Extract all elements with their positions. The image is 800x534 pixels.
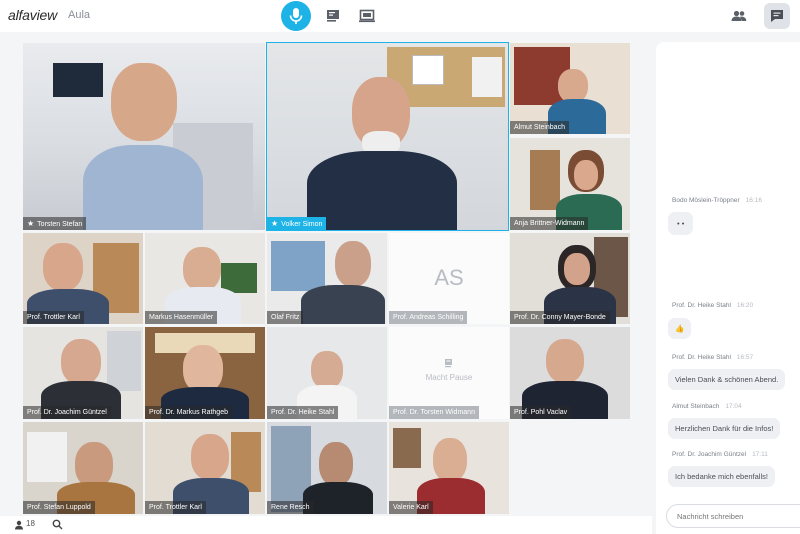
message-author: Almut Steinbach 17:04 — [672, 403, 742, 410]
video-tile[interactable]: Prof. Dr. Joachim Güntzel — [23, 327, 143, 419]
message-author: Prof. Dr. Joachim Güntzel 17:11 — [672, 451, 768, 458]
participants-icon — [731, 10, 747, 21]
presentation-button[interactable] — [324, 7, 342, 25]
video-tile[interactable]: Olaf Fritz — [267, 233, 387, 324]
tile-label: Prof. Pohl Vaclav — [510, 406, 572, 419]
tile-label: Anja Brittner-Widmann — [510, 217, 589, 230]
message-bubble: Ich bedanke mich ebenfalls! — [668, 466, 775, 487]
room-name: Aula — [68, 9, 91, 21]
participant-name: Volker Simon — [281, 221, 323, 228]
chat-button[interactable] — [764, 3, 790, 29]
message-bubble: • • — [668, 212, 694, 235]
tile-label: Prof. Dr. Markus Rathgeb — [145, 406, 232, 419]
bottom-bar: 18 — [0, 516, 652, 534]
screen-share-icon — [359, 9, 375, 23]
message-bubble: 👍 — [668, 318, 692, 339]
tile-label: Valerie Karl — [389, 501, 433, 514]
tile-label: Markus Hasenmüller — [145, 311, 218, 324]
tile-label: ★ Torsten Stefan — [23, 217, 87, 230]
tile-label: Prof. Dr. Heike Stahl — [267, 406, 339, 419]
participant-name: Torsten Stefan — [37, 221, 83, 228]
app-logo: alfaview — [8, 7, 57, 23]
chat-icon — [771, 10, 783, 22]
tile-label: Almut Steinbach — [510, 121, 569, 134]
break-status: Macht Pause — [425, 373, 473, 382]
video-tile[interactable]: Valerie Karl — [389, 422, 509, 514]
video-tile[interactable]: Prof. Trottler Karl — [23, 233, 143, 324]
video-grid: ★ Torsten Stefan ★ Volker Simon Almut Stei… — [0, 32, 652, 516]
participants-button[interactable] — [730, 7, 748, 25]
video-tile-active-speaker[interactable]: ★ Volker Simon — [266, 42, 509, 231]
message-bubble: Vielen Dank & schönen Abend. — [668, 369, 786, 390]
tile-label: Prof. Dr. Torsten Widmann — [389, 406, 479, 419]
video-tile[interactable]: Prof. Pohl Vaclav — [510, 327, 630, 419]
video-tile[interactable]: ★ Torsten Stefan — [23, 43, 265, 230]
video-tile[interactable]: Anja Brittner-Widmann — [510, 138, 630, 230]
video-tile[interactable]: Prof. Dr. Heike Stahl — [267, 327, 387, 419]
video-tile[interactable]: Almut Steinbach — [510, 43, 630, 134]
top-bar: alfaview Aula — [0, 0, 800, 32]
tile-label: Prof. Dr. Conny Mayer-Bonde — [510, 311, 610, 324]
message-author: Prof. Dr. Heike Stahl 16:57 — [672, 354, 754, 361]
video-tile-camera-off[interactable]: AS Prof. Andreas Schilling — [389, 233, 509, 324]
tile-label: Prof. Trottler Karl — [145, 501, 206, 514]
chat-message-input[interactable] — [666, 504, 800, 528]
video-tile[interactable]: Prof. Trottler Karl — [145, 422, 265, 514]
star-icon: ★ — [271, 219, 279, 228]
participant-count: 18 — [26, 519, 35, 528]
tile-label: Prof. Trottler Karl — [23, 311, 84, 324]
message-bubble: Herzlichen Dank für die Infos! — [668, 418, 781, 439]
video-tile[interactable]: Prof. Dr. Markus Rathgeb — [145, 327, 265, 419]
presentation-icon — [327, 10, 339, 22]
participant-initials: AS — [434, 265, 464, 290]
microphone-icon — [289, 8, 303, 24]
video-tile[interactable]: Prof. Dr. Conny Mayer-Bonde — [510, 233, 630, 324]
coffee-icon — [445, 359, 452, 368]
message-author: Bodo Möslein-Tröppner 16:16 — [672, 197, 762, 204]
tile-label: Olaf Fritz — [267, 311, 304, 324]
video-tile[interactable]: Markus Hasenmüller — [145, 233, 265, 324]
tile-label: ★ Volker Simon — [267, 217, 327, 230]
video-tile-on-break[interactable]: Macht Pause Prof. Dr. Torsten Widmann — [389, 327, 509, 419]
tile-label: Prof. Andreas Schilling — [389, 311, 468, 324]
person-icon — [15, 520, 23, 530]
star-icon: ★ — [27, 219, 35, 228]
video-tile[interactable]: Prof. Stefan Luppold — [23, 422, 143, 514]
message-author: Prof. Dr. Heike Stahl 16:20 — [672, 302, 754, 309]
video-tile[interactable]: Rene Resch — [267, 422, 387, 514]
tile-label: Rene Resch — [267, 501, 314, 514]
search-icon[interactable] — [52, 519, 63, 530]
tile-label: Prof. Dr. Joachim Güntzel — [23, 406, 111, 419]
chat-panel: Bodo Möslein-Tröppner 16:16 • • Prof. Dr.… — [656, 42, 800, 534]
tile-label: Prof. Stefan Luppold — [23, 501, 95, 514]
microphone-button[interactable] — [281, 1, 311, 31]
screen-share-button[interactable] — [358, 7, 376, 25]
